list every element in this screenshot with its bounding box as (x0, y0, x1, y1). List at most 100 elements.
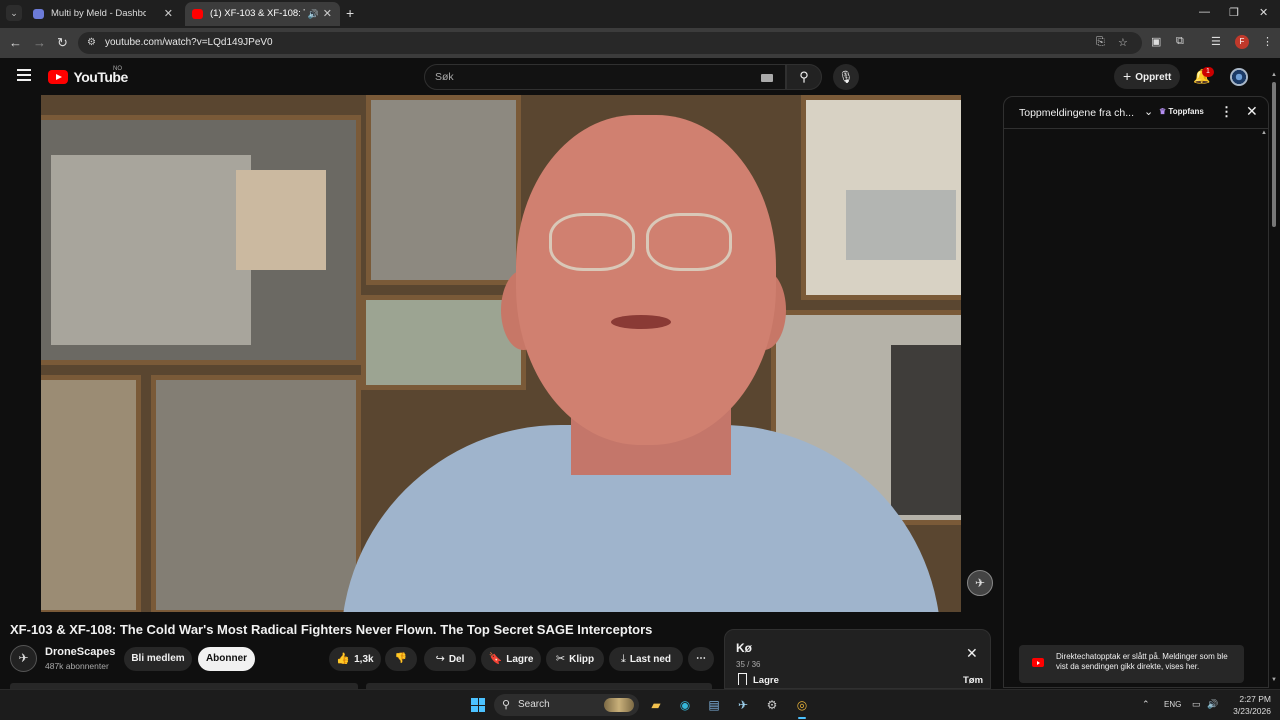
chat-scroll-up-icon[interactable]: ▲ (1261, 130, 1267, 136)
channel-name[interactable]: DroneScapes (45, 646, 115, 658)
search-placeholder: Søk (435, 71, 454, 83)
notification-badge: 1 (1202, 67, 1214, 77)
back-icon[interactable]: ← (9, 35, 22, 50)
download-button[interactable]: ⤓ Last ned (609, 647, 683, 671)
voice-search-button[interactable]: 🎙 (833, 64, 859, 90)
taskbar-clock[interactable]: 2:27 PM 3/23/2026 (1225, 693, 1271, 717)
bookmark-icon (738, 673, 747, 685)
scroll-up-icon[interactable]: ▲ (1271, 72, 1277, 78)
keyboard-icon[interactable] (761, 74, 773, 82)
subscriber-count: 487k abonnenter (45, 661, 109, 671)
language-indicator[interactable]: ENG (1164, 700, 1181, 709)
store-app-icon[interactable]: ▤ (704, 695, 724, 715)
wall-frame (41, 375, 141, 612)
file-explorer-icon[interactable]: ▰ (646, 695, 666, 715)
scrollbar-thumb[interactable] (1272, 82, 1276, 227)
create-label: Opprett (1135, 72, 1172, 83)
queue-save-button[interactable]: Lagre (738, 673, 779, 686)
close-tab-icon[interactable]: ✕ (164, 2, 173, 26)
create-button[interactable]: + Opprett (1114, 64, 1180, 89)
reload-icon[interactable]: ↻ (57, 35, 68, 51)
chrome-taskbar-icon[interactable]: ◎ (792, 695, 812, 719)
youtube-logo[interactable]: YouTube NO (48, 66, 128, 86)
windows-start-icon[interactable] (471, 698, 485, 712)
tab-title: (1) XF-103 & XF-108: The C (210, 8, 305, 19)
mouth (611, 315, 671, 329)
minimize-icon[interactable]: — (1199, 6, 1210, 18)
search-input[interactable]: Søk (424, 64, 786, 90)
audio-playing-icon[interactable]: 🔊 (308, 2, 319, 26)
subscribe-button[interactable]: Abonner (198, 647, 255, 671)
plus-icon: + (1123, 68, 1132, 84)
taskbar-search-label: Search (518, 699, 550, 710)
close-chat-icon[interactable]: ✕ (1246, 103, 1258, 120)
channel-watermark-icon[interactable]: ✈ (967, 570, 993, 596)
more-horizontal-icon: ⋯ (696, 653, 706, 664)
network-icon[interactable]: ▭ (1192, 699, 1201, 710)
chat-more-icon[interactable]: ⋮ (1220, 104, 1233, 120)
install-app-icon[interactable]: ⎘ (1096, 36, 1105, 49)
site-info-icon[interactable]: ⚙ (87, 37, 96, 48)
forward-icon[interactable]: → (33, 35, 46, 50)
close-queue-icon[interactable]: ✕ (966, 645, 978, 662)
microphone-icon: 🎙 (838, 70, 854, 84)
queue-clear-button[interactable]: Tøm (963, 675, 983, 686)
glasses-lens (646, 213, 732, 271)
browser-tab-youtube[interactable]: (1) XF-103 & XF-108: The C 🔊 ✕ (185, 2, 340, 26)
share-button[interactable]: ↪ Del (424, 647, 476, 671)
top-fans-badge[interactable]: ♛ Toppfans (1159, 107, 1204, 116)
channel-avatar[interactable]: ✈ (10, 645, 37, 672)
volume-icon[interactable]: 🔊 (1207, 699, 1218, 710)
wall-photo (891, 345, 961, 515)
head (516, 115, 776, 445)
top-fans-icon: ♛ (1159, 107, 1167, 116)
browser-tab-meld[interactable]: Multi by Meld - Dashboard. ✕ (26, 2, 181, 26)
save-button[interactable]: 🔖 Lagre (481, 647, 541, 671)
url-text[interactable]: youtube.com/watch?v=LQd149JPeV0 (105, 37, 273, 48)
clip-button[interactable]: ✂ Klipp (546, 647, 604, 671)
clip-label: Klipp (569, 654, 595, 665)
address-bar[interactable]: ⚙ youtube.com/watch?v=LQd149JPeV0 ⎘ ☆ (78, 32, 1142, 54)
video-title: XF-103 & XF-108: The Cold War's Most Rad… (10, 622, 653, 637)
account-avatar[interactable] (1230, 68, 1248, 86)
taskbar-search[interactable]: ⚲ Search (494, 694, 639, 716)
join-button[interactable]: Bli medlem (124, 647, 192, 671)
wall-frame (151, 375, 361, 612)
windows-taskbar: ⚲ Search ▰ ◉ ▤ ✈ ⚙ ◎ ⌃ ENG ▭ 🔊 2:27 PM 3… (0, 689, 1280, 720)
like-count: 1,3k (354, 654, 374, 665)
profile-avatar[interactable]: F (1235, 35, 1249, 49)
country-code: NO (113, 66, 122, 72)
like-button[interactable]: 👍 1,3k (329, 647, 381, 671)
youtube-header: YouTube NO Søk ⚲ 🎙 + Opprett 🔔 1 (0, 58, 1280, 96)
flight-app-icon[interactable]: ✈ (733, 695, 753, 715)
new-tab-icon[interactable]: + (346, 5, 354, 21)
hamburger-menu-icon[interactable] (17, 69, 31, 84)
settings-app-icon[interactable]: ⚙ (762, 695, 782, 715)
restore-icon[interactable]: ❐ (1229, 6, 1239, 19)
window-close-icon[interactable]: ✕ (1259, 6, 1268, 19)
join-label: Bli medlem (131, 653, 185, 664)
notice-text: Direktechatopptak er slått på. Meldinger… (1056, 652, 1228, 671)
reading-list-icon[interactable]: ☰ (1211, 35, 1221, 48)
bookmark-star-icon[interactable]: ☆ (1118, 36, 1128, 49)
search-button[interactable]: ⚲ (786, 64, 822, 90)
video-player[interactable] (41, 95, 961, 612)
bookmark-icon: 🔖 (488, 653, 503, 665)
chevron-down-icon[interactable]: ⌄ (1144, 105, 1153, 118)
thumbs-down-icon: 👎 (394, 653, 408, 664)
clock-time: 2:27 PM (1239, 694, 1271, 704)
extensions-puzzle-icon[interactable]: ⧉ (1176, 35, 1184, 48)
more-actions-button[interactable]: ⋯ (688, 647, 714, 671)
close-tab-icon[interactable]: ✕ (323, 2, 332, 26)
tray-overflow-icon[interactable]: ⌃ (1142, 699, 1150, 710)
tab-search-chevron-icon[interactable]: ⌄ (6, 5, 22, 21)
queue-count: 35 / 36 (736, 660, 761, 669)
edge-browser-icon[interactable]: ◉ (675, 695, 695, 715)
chat-mode-title[interactable]: Toppmeldingene fra ch... (1019, 107, 1134, 119)
extension-icon[interactable]: ▣ (1151, 35, 1161, 48)
dislike-button[interactable]: 👎 (385, 647, 417, 671)
chrome-menu-icon[interactable]: ⋮ (1262, 35, 1273, 48)
scroll-down-icon[interactable]: ▼ (1271, 677, 1277, 683)
share-label: Del (448, 654, 465, 665)
share-icon: ↪ (435, 653, 445, 665)
